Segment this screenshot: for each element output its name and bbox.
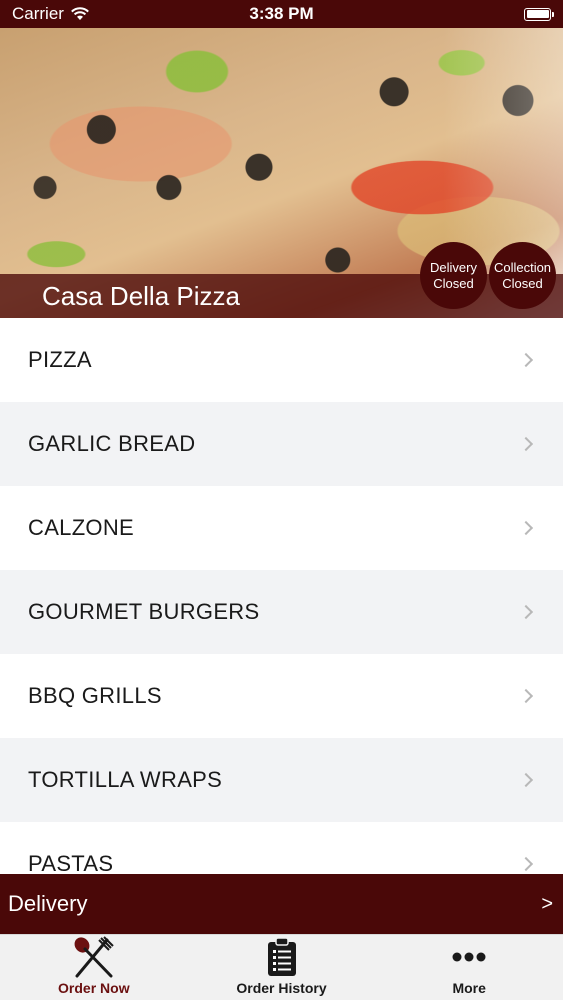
menu-item-label: PASTAS — [28, 851, 114, 874]
tab-label: Order History — [236, 980, 327, 996]
menu-item-garlic-bread[interactable]: GARLIC BREAD — [0, 402, 563, 486]
delivery-status-badge: Delivery Closed — [420, 242, 487, 309]
collection-badge-line1: Collection — [493, 259, 552, 275]
tab-label: Order Now — [58, 980, 130, 996]
collection-status-badge: Collection Closed — [489, 242, 556, 309]
delivery-mode-bar[interactable]: Delivery > — [0, 874, 563, 934]
hero-image: Casa Della Pizza Delivery Closed Collect… — [0, 28, 563, 318]
fork-spoon-icon — [74, 935, 114, 977]
menu-item-label: PIZZA — [28, 347, 92, 372]
menu-item-bbq-grills[interactable]: BBQ GRILLS — [0, 654, 563, 738]
collection-badge-line2: Closed — [502, 275, 543, 291]
chevron-right-icon — [518, 520, 534, 536]
delivery-badge-line1: Delivery — [430, 259, 477, 275]
menu-item-gourmet-burgers[interactable]: GOURMET BURGERS — [0, 570, 563, 654]
tab-label: More — [452, 980, 486, 996]
chevron-right-icon — [518, 436, 534, 452]
delivery-arrow-icon: > — [541, 892, 553, 915]
menu-item-pastas[interactable]: PASTAS — [0, 822, 563, 874]
menu-item-label: GARLIC BREAD — [28, 431, 196, 456]
tab-order-now[interactable]: Order Now — [0, 935, 188, 1000]
menu-item-label: CALZONE — [28, 515, 135, 540]
tab-more[interactable]: More — [375, 935, 563, 1000]
menu-item-label: GOURMET BURGERS — [28, 599, 260, 624]
menu-item-tortilla-wraps[interactable]: TORTILLA WRAPS — [0, 738, 563, 822]
wifi-icon — [71, 7, 89, 20]
tab-bar: Order Now Order History More — [0, 934, 563, 1000]
menu-item-label: BBQ GRILLS — [28, 683, 162, 708]
restaurant-name: Casa Della Pizza — [42, 281, 240, 311]
battery-icon — [524, 7, 554, 21]
status-left: Carrier — [12, 4, 90, 24]
menu-item-calzone[interactable]: CALZONE — [0, 486, 563, 570]
delivery-mode-label: Delivery — [8, 891, 88, 916]
chevron-right-icon — [518, 772, 534, 788]
chevron-right-icon — [518, 688, 534, 704]
menu-category-list[interactable]: PIZZA GARLIC BREAD CALZONE GOURMET BURGE… — [0, 318, 563, 874]
chevron-right-icon — [518, 604, 534, 620]
chevron-right-icon — [518, 352, 534, 368]
carrier-label: Carrier — [12, 4, 64, 23]
clipboard-list-icon — [267, 936, 296, 976]
delivery-badge-line2: Closed — [433, 275, 474, 291]
tab-order-history[interactable]: Order History — [188, 935, 376, 1000]
menu-item-pizza[interactable]: PIZZA — [0, 318, 563, 402]
menu-item-label: TORTILLA WRAPS — [28, 767, 223, 792]
status-bar: Carrier 3:38 PM — [0, 0, 563, 28]
more-dots-icon — [452, 952, 486, 961]
chevron-right-icon — [518, 856, 534, 872]
